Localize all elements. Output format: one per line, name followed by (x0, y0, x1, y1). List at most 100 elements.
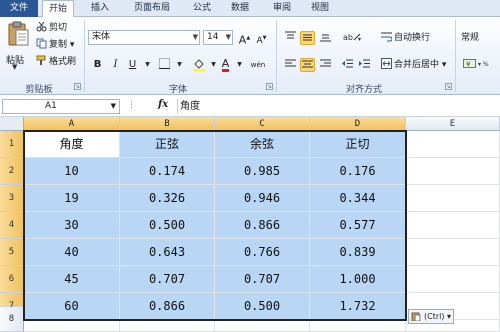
formula-input[interactable]: 角度 (180, 99, 200, 114)
borders-button[interactable] (157, 58, 172, 72)
cell-a7[interactable]: 60 (24, 293, 120, 320)
cut-button[interactable]: 剪切 (36, 21, 67, 35)
cell-c2[interactable]: 0.985 (215, 158, 310, 185)
row-header-6[interactable]: 6 (0, 266, 24, 293)
cell-c6[interactable]: 0.707 (215, 266, 310, 293)
cell-b5[interactable]: 0.643 (120, 239, 215, 266)
name-box[interactable]: A1 ▼ (2, 99, 120, 114)
column-header-b[interactable]: B (120, 117, 215, 131)
cell-a5[interactable]: 40 (24, 239, 120, 266)
cell-d4[interactable]: 0.577 (310, 212, 406, 239)
cell-d5[interactable]: 0.839 (310, 239, 406, 266)
wrap-text-button[interactable]: 自动换行 (381, 31, 430, 45)
borders-dropdown-icon[interactable]: ▼ (172, 58, 187, 72)
tab-view[interactable]: 视图 (304, 0, 336, 17)
cell-a4[interactable]: 30 (24, 212, 120, 239)
row-header-1[interactable]: 1 (0, 131, 24, 158)
cell-b7[interactable]: 0.866 (120, 293, 215, 320)
align-bottom-button[interactable] (318, 31, 333, 45)
cell-e4[interactable] (406, 212, 500, 239)
cell-e5[interactable] (406, 239, 500, 266)
cell-b3[interactable]: 0.326 (120, 185, 215, 212)
cell-e6[interactable] (406, 266, 500, 293)
row-header-2[interactable]: 2 (0, 158, 24, 185)
align-center-button[interactable] (300, 58, 315, 72)
insert-function-button[interactable]: fx (158, 99, 168, 110)
tab-home[interactable]: 开始 (42, 0, 74, 18)
cell-b2[interactable]: 0.174 (120, 158, 215, 185)
underline-dropdown-icon[interactable]: ▼ (140, 58, 155, 72)
cell-c3[interactable]: 0.946 (215, 185, 310, 212)
tab-review[interactable]: 审阅 (266, 0, 298, 17)
font-name-select[interactable]: 宋体 ▼ (88, 30, 200, 45)
column-header-a[interactable]: A (24, 117, 120, 131)
tab-file[interactable]: 文件 (0, 0, 38, 17)
cell-d2[interactable]: 0.176 (310, 158, 406, 185)
cell-c5[interactable]: 0.766 (215, 239, 310, 266)
italic-button[interactable]: I (108, 58, 123, 72)
align-left-button[interactable] (283, 58, 298, 72)
tab-formulas[interactable]: 公式 (186, 0, 218, 17)
fill-color-button[interactable] (192, 58, 207, 72)
bold-button[interactable]: B (90, 58, 105, 72)
select-all-button[interactable] (0, 117, 24, 131)
increase-indent-button[interactable] (357, 58, 372, 72)
cell-a2[interactable]: 10 (24, 158, 120, 185)
paste-dropdown-icon[interactable]: ▼ (12, 63, 17, 71)
column-header-d[interactable]: D (310, 117, 406, 131)
grow-font-button[interactable]: A▲ (237, 31, 252, 47)
row-header-3[interactable]: 3 (0, 185, 24, 212)
row-header-5[interactable]: 5 (0, 239, 24, 266)
row-header-4[interactable]: 4 (0, 212, 24, 239)
font-size-select[interactable]: 14 ▼ (203, 30, 233, 45)
cell-a1[interactable]: 角度 (24, 131, 120, 158)
cell-b6[interactable]: 0.707 (120, 266, 215, 293)
number-format-select[interactable]: 常规 (461, 31, 479, 45)
orientation-button[interactable]: ab ▾ (342, 31, 364, 45)
format-painter-button[interactable]: 格式刷 (36, 55, 76, 69)
cell-b4[interactable]: 0.500 (120, 212, 215, 239)
paste-options-button[interactable]: (Ctrl) ▾ (408, 309, 454, 324)
cell-a8[interactable] (24, 320, 120, 332)
tab-insert[interactable]: 插入 (84, 0, 116, 17)
cell-a3[interactable]: 19 (24, 185, 120, 212)
cell-d6[interactable]: 1.000 (310, 266, 406, 293)
cell-a6[interactable]: 45 (24, 266, 120, 293)
cell-c7[interactable]: 0.500 (215, 293, 310, 320)
cell-e1[interactable] (406, 131, 500, 158)
name-box-splitter-icon[interactable]: ⋮ (127, 100, 136, 110)
tab-page-layout[interactable]: 页面布局 (128, 0, 176, 17)
column-header-c[interactable]: C (215, 117, 310, 131)
align-top-button[interactable] (283, 31, 298, 45)
font-dialog-launcher-icon[interactable]: ↘ (266, 83, 273, 90)
copy-button[interactable]: 复制 ▾ (36, 38, 74, 52)
cell-c8[interactable] (215, 320, 310, 332)
underline-button[interactable]: U (125, 58, 140, 72)
tab-data[interactable]: 数据 (224, 0, 256, 17)
align-middle-button[interactable] (300, 31, 315, 45)
cell-c1[interactable]: 余弦 (215, 131, 310, 158)
cell-d1[interactable]: 正切 (310, 131, 406, 158)
cell-b8[interactable] (120, 320, 215, 332)
row-header-8[interactable]: 8 (0, 307, 24, 332)
shrink-font-button[interactable]: A▼ (254, 31, 269, 46)
clipboard-dialog-launcher-icon[interactable]: ↘ (74, 83, 81, 90)
paste-icon[interactable] (7, 21, 29, 47)
align-right-button[interactable] (318, 58, 333, 72)
cell-d7[interactable]: 1.732 (310, 293, 406, 320)
currency-format-button[interactable]: ¥ ▾ % (461, 58, 495, 72)
cell-e3[interactable] (406, 185, 500, 212)
alignment-dialog-launcher-icon[interactable]: ↘ (445, 83, 452, 90)
font-color-dropdown-icon[interactable]: ▼ (232, 58, 247, 72)
column-header-e[interactable]: E (406, 117, 500, 131)
cell-e2[interactable] (406, 158, 500, 185)
phonetic-button[interactable]: wén (248, 58, 268, 72)
row-header-7[interactable]: 7 (0, 293, 24, 311)
cell-c4[interactable]: 0.866 (215, 212, 310, 239)
cell-d3[interactable]: 0.344 (310, 185, 406, 212)
font-color-button[interactable]: A (218, 57, 233, 72)
merge-center-button[interactable]: 合并后居中 ▾ (381, 58, 446, 72)
cell-b1[interactable]: 正弦 (120, 131, 215, 158)
cell-d8[interactable] (310, 320, 406, 332)
decrease-indent-button[interactable] (340, 58, 355, 72)
